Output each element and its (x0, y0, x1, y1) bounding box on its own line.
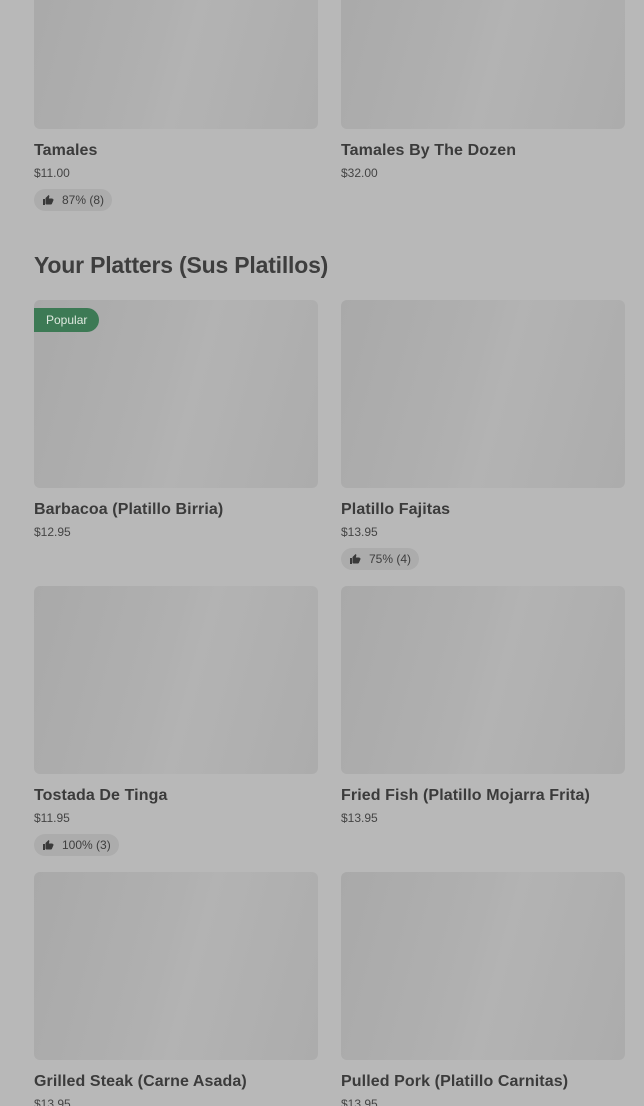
item-price: $13.95 (341, 811, 378, 825)
item-price: $13.95 (341, 1097, 378, 1106)
item-price: $11.95 (34, 811, 70, 825)
item-name: Platillo Fajitas (341, 501, 451, 518)
item-image (341, 0, 625, 129)
item-image: Popular (34, 300, 318, 488)
rating-text: 87% (8) (62, 193, 105, 207)
rating-pill: 100% (3) (34, 834, 119, 856)
item-name: Tamales (34, 142, 98, 159)
item-price: $11.00 (34, 166, 70, 180)
rating-text: 100% (3) (62, 838, 111, 852)
item-name: Grilled Steak (Carne Asada) (34, 1073, 247, 1090)
menu-item-card[interactable]: Tamales $11.00 87% (8) (34, 0, 318, 211)
menu-item-card[interactable]: Pulled Pork (Platillo Carnitas) $13.95 (341, 872, 625, 1106)
item-image (341, 586, 625, 774)
item-name: Barbacoa (Platillo Birria) (34, 501, 224, 518)
thumbs-up-icon (43, 840, 54, 850)
popular-badge: Popular (34, 308, 100, 332)
rating-text: 75% (4) (369, 552, 412, 566)
item-name: Fried Fish (Platillo Mojarra Frita) (341, 787, 590, 804)
item-image (34, 586, 318, 774)
thumbs-up-icon (43, 195, 54, 205)
item-price: $12.95 (34, 525, 71, 539)
menu-page: Tamales $11.00 87% (8) Tamales By The Do… (0, 0, 644, 1106)
rating-pill: 87% (8) (34, 189, 113, 211)
menu-item-card[interactable]: Popular Barbacoa (Platillo Birria) $12.9… (34, 300, 318, 539)
item-name: Tostada De Tinga (34, 787, 168, 804)
section-title: Your Platters (Sus Platillos) (34, 252, 329, 278)
menu-item-card[interactable]: Tostada De Tinga $11.95 100% (3) (34, 586, 318, 856)
menu-item-card[interactable]: Grilled Steak (Carne Asada) $13.95 (34, 872, 318, 1106)
item-price: $13.95 (34, 1097, 71, 1106)
item-price: $13.95 (341, 525, 378, 539)
item-image (341, 300, 625, 488)
thumbs-up-icon (350, 554, 361, 564)
menu-item-card[interactable]: Tamales By The Dozen $32.00 (341, 0, 625, 180)
item-name: Tamales By The Dozen (341, 142, 517, 159)
item-image (34, 872, 318, 1060)
item-name: Pulled Pork (Platillo Carnitas) (341, 1073, 569, 1090)
item-image (34, 0, 318, 129)
item-price: $32.00 (341, 166, 378, 180)
item-image (341, 872, 625, 1060)
rating-pill: 75% (4) (341, 548, 420, 570)
menu-item-card[interactable]: Platillo Fajitas $13.95 75% (4) (341, 300, 625, 570)
menu-item-card[interactable]: Fried Fish (Platillo Mojarra Frita) $13.… (341, 586, 625, 825)
